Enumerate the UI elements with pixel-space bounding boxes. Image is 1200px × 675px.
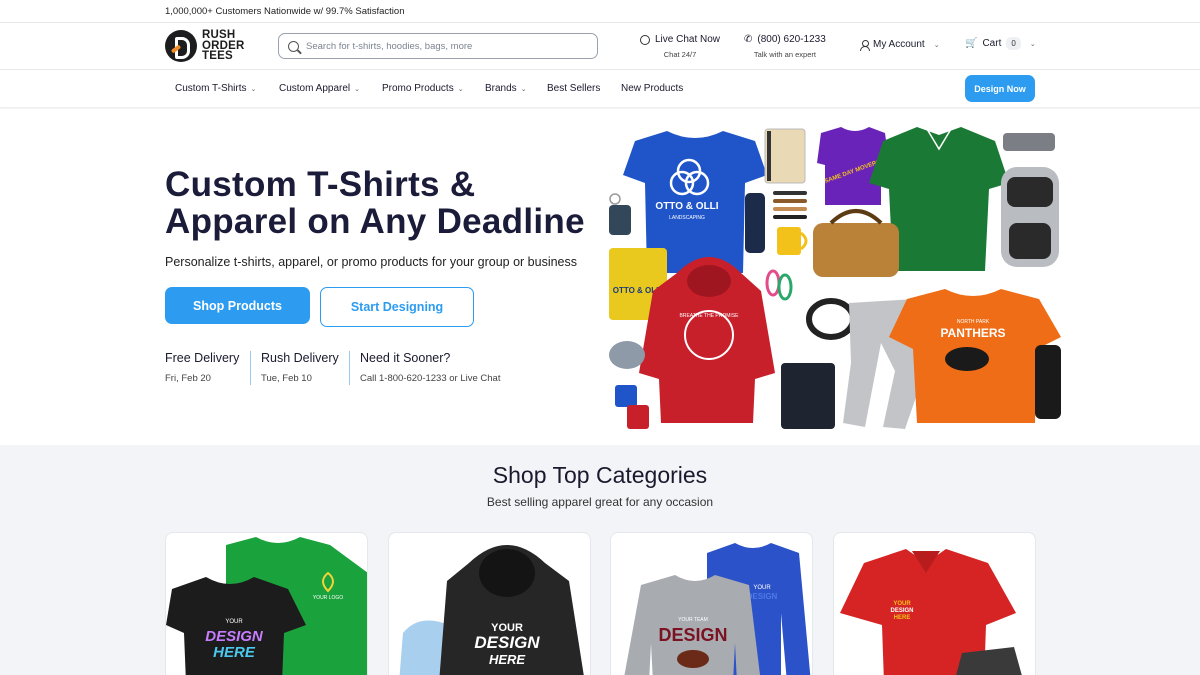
nav-item-custom-t-shirts[interactable]: Custom T-Shirts ⌄: [175, 83, 256, 94]
user-icon: [860, 39, 870, 51]
svg-text:PANTHERS: PANTHERS: [940, 326, 1005, 340]
chevron-down-icon: ⌄: [457, 85, 464, 93]
phone-sub: Talk with an expert: [753, 50, 816, 59]
live-chat-label: Live Chat Now: [655, 34, 721, 45]
svg-text:DESIGN: DESIGN: [474, 633, 540, 652]
hero-product-collage: OTTO & OLLI LANDSCAPING OTTO & OLLI SAME…: [609, 127, 1061, 429]
logo-icon: [165, 30, 197, 62]
svg-text:DESIGN: DESIGN: [205, 628, 264, 645]
hoodie-category-image: YOUR DESIGN HERE: [399, 545, 584, 675]
nav-item-promo-products[interactable]: Promo Products ⌄: [382, 83, 464, 94]
duffel-bag-image: [813, 209, 899, 277]
nav-item-best-sellers[interactable]: Best Sellers: [547, 83, 600, 94]
delivery-sooner: Need it Sooner? Call 1-800-620-1233 or L…: [360, 351, 501, 384]
categories-title: Shop Top Categories: [492, 462, 708, 488]
account-label: My Account: [873, 39, 925, 50]
nav-item-new-products[interactable]: New Products: [621, 83, 683, 94]
delivery-free: Free Delivery Fri, Feb 20: [165, 351, 240, 384]
category-card-tshirts[interactable]: YOUR LOGO YOUR DESIGN HERE: [165, 532, 368, 675]
live-chat-sub: Chat 24/7: [663, 50, 697, 59]
chevron-down-icon: ⌄: [1029, 40, 1036, 48]
cart-icon: 🛒: [965, 38, 978, 49]
chevron-down-icon: ⌄: [520, 85, 527, 93]
phone-label: (800) 620-1233: [757, 34, 826, 45]
svg-text:DESIGN: DESIGN: [890, 608, 913, 614]
search-input[interactable]: [306, 40, 586, 52]
shop-products-button[interactable]: Shop Products: [165, 287, 310, 324]
svg-text:YOUR TEAM: YOUR TEAM: [678, 617, 708, 623]
svg-text:BREATHE THE PROMISE: BREATHE THE PROMISE: [680, 313, 740, 319]
nav-item-custom-apparel[interactable]: Custom Apparel ⌄: [279, 83, 360, 94]
svg-text:DESIGN: DESIGN: [747, 592, 778, 601]
svg-text:HERE: HERE: [489, 652, 525, 667]
cart-button[interactable]: 🛒 Cart 0 ⌄: [965, 37, 1036, 50]
polo-category-image: YOUR DESIGN HERE: [840, 549, 1022, 675]
divider: [349, 351, 350, 385]
svg-text:YOUR LOGO: YOUR LOGO: [313, 595, 343, 601]
tshirt-category-image: YOUR LOGO YOUR DESIGN HERE: [166, 537, 367, 675]
category-card-long-sleeve[interactable]: YOUR DESIGN YOUR TEAM DESIGN: [610, 532, 813, 675]
delivery-rush: Rush Delivery Tue, Feb 10: [261, 351, 339, 384]
main-nav: Custom T-Shirts ⌄ Custom Apparel ⌄ Promo P…: [0, 70, 1200, 108]
chevron-down-icon: ⌄: [250, 85, 257, 93]
svg-text:LANDSCAPING: LANDSCAPING: [669, 215, 705, 221]
svg-text:YOUR: YOUR: [893, 601, 911, 607]
svg-text:YOUR: YOUR: [225, 619, 243, 625]
svg-text:HERE: HERE: [894, 615, 911, 621]
svg-text:OTTO & OLLI: OTTO & OLLI: [655, 201, 718, 212]
search-bar[interactable]: [278, 33, 598, 59]
category-card-hoodies[interactable]: YOUR DESIGN HERE: [388, 532, 591, 675]
hero-section: Custom T-Shirts & Apparel on Any Deadlin…: [0, 109, 1200, 445]
chevron-down-icon: ⌄: [354, 85, 361, 93]
announcement-text: 1,000,000+ Customers Nationwide w/ 99.7%…: [165, 5, 405, 17]
chat-icon: [640, 34, 650, 45]
search-icon: [288, 40, 299, 52]
divider: [250, 351, 251, 385]
svg-text:DESIGN: DESIGN: [658, 625, 727, 645]
svg-text:NORTH PARK: NORTH PARK: [957, 319, 990, 325]
phone-icon: ✆: [744, 34, 753, 45]
backpack-image: [1001, 167, 1059, 267]
category-card-polos[interactable]: YOUR DESIGN HERE: [833, 532, 1036, 675]
categories-section: Shop Top Categories Best selling apparel…: [0, 445, 1200, 675]
logo[interactable]: RUSH ORDER TEES: [165, 30, 245, 62]
phone-link[interactable]: ✆ (800) 620-1233 Talk with an expert: [744, 34, 826, 59]
cart-label: Cart: [982, 38, 1002, 49]
account-menu[interactable]: My Account ⌄: [860, 39, 940, 51]
svg-text:HERE: HERE: [213, 644, 256, 661]
svg-text:YOUR: YOUR: [753, 585, 771, 591]
nav-item-brands[interactable]: Brands ⌄: [485, 83, 527, 94]
announcement-bar: 1,000,000+ Customers Nationwide w/ 99.7%…: [0, 0, 1200, 23]
cart-count-badge: 0: [1006, 37, 1021, 50]
categories-subtitle: Best selling apparel great for any occas…: [486, 495, 714, 509]
site-header: RUSH ORDER TEES Live Chat Now Chat 24/7 …: [0, 23, 1200, 70]
chevron-down-icon: ⌄: [933, 41, 940, 49]
long-sleeve-category-image: YOUR DESIGN YOUR TEAM DESIGN: [624, 543, 811, 675]
live-chat-link[interactable]: Live Chat Now Chat 24/7: [640, 34, 720, 59]
hero-title: Custom T-Shirts & Apparel on Any Deadlin…: [165, 165, 585, 241]
hero-subtitle: Personalize t-shirts, apparel, or promo …: [165, 255, 577, 269]
logo-text: RUSH ORDER TEES: [202, 29, 245, 63]
design-now-button[interactable]: Design Now: [965, 75, 1035, 102]
start-designing-button[interactable]: Start Designing: [320, 287, 474, 327]
